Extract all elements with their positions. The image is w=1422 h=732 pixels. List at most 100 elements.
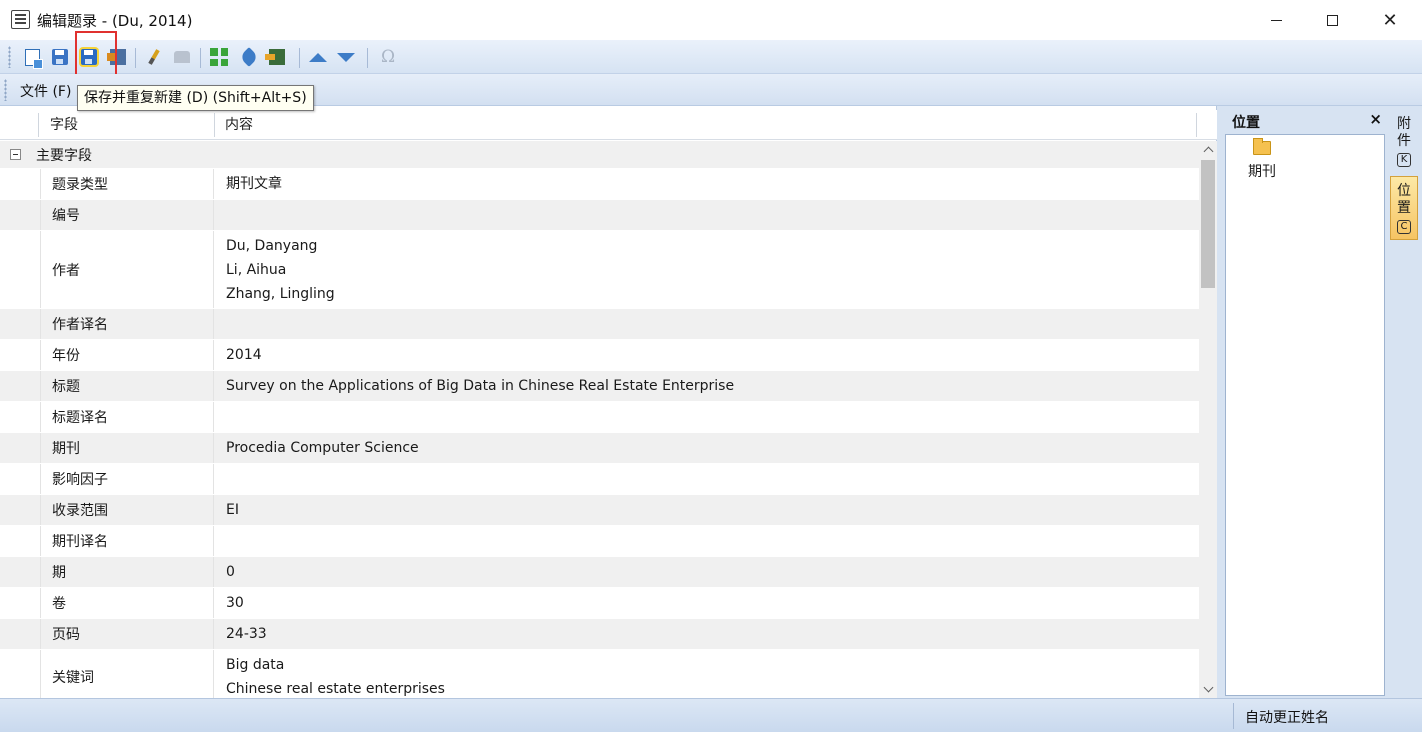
table-row[interactable]: 页码 24-33	[0, 619, 1199, 650]
vertical-scrollbar[interactable]	[1199, 141, 1217, 698]
table-row[interactable]: 收录范围 EI	[0, 495, 1199, 526]
group-row[interactable]: 主要字段	[0, 141, 1199, 168]
pin-button[interactable]	[238, 46, 260, 68]
table-row[interactable]: 年份 2014	[0, 340, 1199, 371]
tab-location[interactable]: 位 置 C	[1390, 176, 1418, 240]
minimize-button[interactable]	[1248, 0, 1304, 40]
maximize-icon	[1326, 14, 1338, 26]
table-row[interactable]: 作者 Du, Danyang Li, Aihua Zhang, Lingling	[0, 231, 1199, 309]
field-value-cell[interactable]: Procedia Computer Science	[226, 433, 1199, 463]
tab-attachments-key: K	[1397, 153, 1411, 167]
new-record-button[interactable]	[21, 46, 43, 69]
location-panel-header: 位置 ×	[1225, 110, 1385, 134]
tab-attachments[interactable]: 附 件 K	[1390, 110, 1418, 174]
field-name-cell: 期	[40, 557, 214, 587]
field-value-cell[interactable]	[226, 200, 1199, 230]
table-row[interactable]: 期刊 Procedia Computer Science	[0, 433, 1199, 464]
location-panel: 位置 × 期刊	[1217, 106, 1389, 698]
scroll-thumb[interactable]	[1201, 160, 1215, 288]
field-value-cell[interactable]: 0	[226, 557, 1199, 587]
new-document-icon	[24, 48, 43, 69]
group-label: 主要字段	[36, 148, 92, 164]
field-value-cell[interactable]: 期刊文章	[226, 169, 1199, 199]
table-row[interactable]: 作者译名	[0, 309, 1199, 340]
field-name-cell: 作者	[40, 231, 214, 308]
field-value-line: Survey on the Applications of Big Data i…	[226, 378, 735, 394]
move-down-button[interactable]	[335, 46, 357, 68]
collapse-icon[interactable]	[10, 149, 21, 160]
pin-icon	[239, 47, 259, 67]
field-name-cell: 标题译名	[40, 402, 214, 432]
field-value-cell[interactable]	[226, 402, 1199, 432]
menu-grip[interactable]	[4, 79, 7, 101]
export-button[interactable]	[265, 46, 288, 68]
field-value-cell[interactable]	[226, 464, 1199, 494]
toolbar-grip[interactable]	[8, 46, 11, 68]
field-value-cell[interactable]: 30	[226, 588, 1199, 618]
field-value-line: EI	[226, 502, 239, 518]
table-row[interactable]: 标题 Survey on the Applications of Big Data…	[0, 371, 1199, 402]
tab-attachments-label-1: 附	[1397, 116, 1411, 132]
field-value-cell[interactable]: Survey on the Applications of Big Data i…	[226, 371, 1199, 401]
field-value-cell[interactable]: EI	[226, 495, 1199, 525]
table-row[interactable]: 影响因子	[0, 464, 1199, 495]
clean-button[interactable]	[143, 46, 165, 68]
table-row[interactable]: 期刊译名	[0, 526, 1199, 557]
field-name-cell: 卷	[40, 588, 214, 618]
field-value-cell[interactable]: 24-33	[226, 619, 1199, 649]
table-row[interactable]: 期0	[0, 557, 1199, 588]
menu-file[interactable]: 文件 (F)	[20, 81, 71, 101]
field-value-cell[interactable]: 2014	[226, 340, 1199, 370]
field-value-line: 2014	[226, 347, 262, 363]
fields-button[interactable]	[208, 46, 230, 68]
grid-header: 字段 内容	[0, 110, 1217, 140]
tab-location-label-2: 置	[1397, 200, 1411, 216]
field-name-cell: 题录类型	[40, 169, 214, 199]
tab-attachments-label-2: 件	[1397, 133, 1411, 149]
vertical-tabs: 附 件 K 位 置 C	[1389, 106, 1422, 698]
header-content[interactable]: 内容	[225, 110, 253, 140]
table-row[interactable]: 关键词 Big data Chinese real estate enterpris…	[0, 650, 1199, 698]
field-name-cell: 编号	[40, 200, 214, 230]
title-bar: 编辑题录 - (Du, 2014) ✕	[0, 0, 1422, 40]
field-grid: 字段 内容 主要字段 题录类型 期刊文章 编号 作者 Du, Danyang Li, Ai…	[0, 106, 1217, 698]
header-field[interactable]: 字段	[50, 110, 78, 140]
location-panel-title: 位置	[1232, 115, 1260, 131]
maximize-button[interactable]	[1304, 0, 1360, 40]
tooltip: 保存并重复新建 (D) (Shift+Alt+S)	[77, 85, 314, 111]
table-row[interactable]: 卷 30	[0, 588, 1199, 619]
field-name-cell: 关键词	[40, 650, 214, 698]
field-value-cell[interactable]	[226, 526, 1199, 556]
field-value-line: 30	[226, 595, 244, 611]
field-value-line: Chinese real estate enterprises	[226, 680, 445, 697]
field-name-cell: 期刊译名	[40, 526, 214, 556]
scroll-down-button[interactable]	[1199, 681, 1217, 698]
panel-close-icon[interactable]: ×	[1369, 110, 1382, 128]
save-button[interactable]	[49, 46, 71, 68]
field-value-line: Procedia Computer Science	[226, 440, 419, 456]
stamp-button[interactable]	[171, 46, 193, 68]
omega-icon: Ω	[380, 47, 396, 67]
status-bar: 自动更正姓名	[0, 698, 1422, 732]
table-row[interactable]: 题录类型 期刊文章	[0, 169, 1199, 200]
toolbar-separator	[135, 48, 136, 68]
close-button[interactable]: ✕	[1362, 0, 1418, 40]
field-value-cell[interactable]	[226, 309, 1199, 339]
toolbar-separator	[299, 48, 300, 68]
field-value-line: Li, Aihua	[226, 261, 287, 278]
move-up-button[interactable]	[307, 46, 329, 68]
window-title: 编辑题录 - (Du, 2014)	[37, 12, 193, 30]
table-row[interactable]: 标题译名	[0, 402, 1199, 433]
scroll-up-button[interactable]	[1199, 141, 1217, 158]
field-name-cell: 标题	[40, 371, 214, 401]
field-value-line: 0	[226, 564, 235, 580]
field-value-cell[interactable]: Big data Chinese real estate enterprises	[226, 650, 1199, 698]
auto-correct-name-toggle[interactable]: 自动更正姓名	[1245, 707, 1329, 727]
symbol-button[interactable]: Ω	[377, 46, 399, 68]
field-value-cell[interactable]: Du, Danyang Li, Aihua Zhang, Lingling	[226, 231, 1199, 308]
folder-label[interactable]: 期刊	[1248, 161, 1276, 181]
arrow-up-icon	[309, 52, 327, 62]
field-name-cell: 收录范围	[40, 495, 214, 525]
folder-icon[interactable]	[1253, 138, 1271, 155]
table-row[interactable]: 编号	[0, 200, 1199, 231]
